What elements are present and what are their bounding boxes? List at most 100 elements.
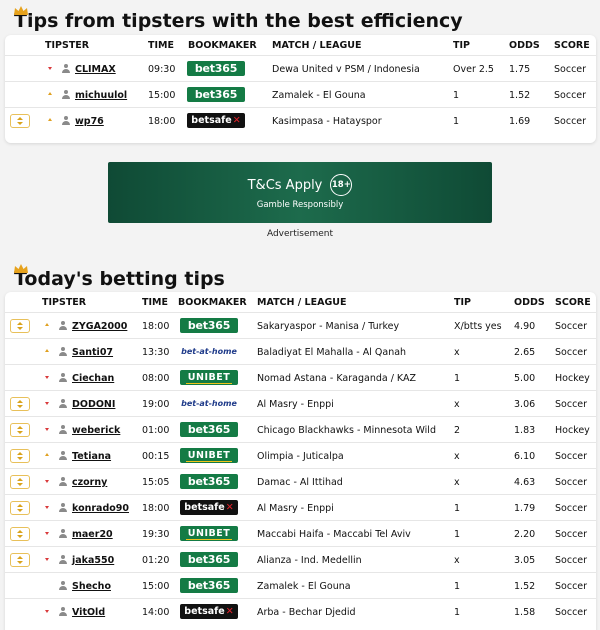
tipster-link[interactable]: Santi07 xyxy=(72,347,113,358)
table-row[interactable]: ZYGA2000 18:00 bet365 Sakaryaspor - Manisa … xyxy=(5,312,596,338)
sport-type: Soccer xyxy=(555,477,588,488)
tipster-link[interactable]: CLIMAX xyxy=(75,64,116,75)
tipster-link[interactable]: ZYGA2000 xyxy=(72,321,127,332)
tip-value: X/btts yes xyxy=(454,321,502,332)
tip-value: 1 xyxy=(454,607,461,618)
advertisement-label: Advertisement xyxy=(266,229,334,239)
tipster-link[interactable]: Ciechan xyxy=(72,373,114,384)
tip-value: 1 xyxy=(453,116,460,127)
tip-value: 1 xyxy=(454,373,461,384)
favorite-toggle-button[interactable] xyxy=(10,527,30,541)
bookmaker-logo-bet-at-home[interactable]: bet-at-home xyxy=(180,344,238,359)
tip-value: x xyxy=(454,399,460,410)
bookmaker-logo-bet365[interactable]: bet365 xyxy=(180,474,238,489)
user-icon xyxy=(62,90,70,99)
favorite-toggle-button[interactable] xyxy=(10,319,30,333)
odds-value: 5.00 xyxy=(514,373,536,384)
sport-type: Hockey xyxy=(555,425,590,436)
table-header: TIPSTER TIME BOOKMAKER MATCH / LEAGUE TIP ODD… xyxy=(5,35,596,55)
sport-type: Soccer xyxy=(555,555,588,566)
match-league: Zamalek - El Gouna xyxy=(257,581,351,592)
odds-value: 1.52 xyxy=(514,581,536,592)
tipster-link[interactable]: czorny xyxy=(72,477,107,488)
user-icon xyxy=(59,581,67,590)
tipster-link[interactable]: maer20 xyxy=(72,529,113,540)
tipster-link[interactable]: wp76 xyxy=(75,116,104,127)
tip-value: x xyxy=(454,451,460,462)
sport-type: Soccer xyxy=(555,321,588,332)
column-header-score: SCORE xyxy=(555,297,591,308)
odds-value: 4.63 xyxy=(514,477,536,488)
favorite-toggle-button[interactable] xyxy=(10,114,30,128)
tipster-link[interactable]: DODONI xyxy=(72,399,115,410)
user-icon xyxy=(59,503,67,512)
table-row[interactable]: weberick 01:00 bet365 Chicago Blackhawks - … xyxy=(5,416,596,442)
odds-value: 1.58 xyxy=(514,607,536,618)
trend-down-icon xyxy=(45,402,49,405)
tipster-link[interactable]: Shecho xyxy=(72,581,111,592)
bookmaker-logo-unibet[interactable]: UNIBET xyxy=(180,448,238,463)
trend-down-icon xyxy=(45,480,49,483)
tipster-link[interactable]: konrado90 xyxy=(72,503,129,514)
advertisement-banner[interactable]: T&Cs Apply 18+ Gamble Responsibly xyxy=(108,162,492,223)
bookmaker-logo-bet365[interactable]: bet365 xyxy=(180,578,238,593)
bookmaker-logo-unibet[interactable]: UNIBET xyxy=(180,526,238,541)
match-league: Al Masry - Enppi xyxy=(257,399,334,410)
todays-tips-table: TIPSTER TIME BOOKMAKER MATCH / LEAGUE TIP ODD… xyxy=(5,292,596,630)
tipster-link[interactable]: VitOld xyxy=(72,607,105,618)
bookmaker-logo-betsafe[interactable]: betsafe ✕ xyxy=(187,113,245,128)
favorite-toggle-button[interactable] xyxy=(10,553,30,567)
table-row[interactable]: maer20 19:30 UNIBET Maccabi Haifa - Maccabi… xyxy=(5,520,596,546)
odds-value: 1.83 xyxy=(514,425,536,436)
bookmaker-logo-bet365[interactable]: bet365 xyxy=(180,318,238,333)
match-league: Kasimpasa - Hatayspor xyxy=(272,116,382,127)
table-row[interactable]: michuulol 15:00 bet365 Zamalek - El Gouna 1 1… xyxy=(5,81,596,107)
user-icon xyxy=(62,64,70,73)
match-time: 13:30 xyxy=(142,347,170,358)
table-row[interactable]: Shecho 15:00 bet365 Zamalek - El Gouna 1 1.52… xyxy=(5,572,596,598)
table-row[interactable]: Tetiana 00:15 UNIBET Olimpia - Juticalpa x 6.… xyxy=(5,442,596,468)
age-restriction-badge: 18+ xyxy=(330,174,353,196)
trend-down-icon xyxy=(45,376,49,379)
bookmaker-logo-bet365[interactable]: bet365 xyxy=(187,61,245,76)
table-row[interactable]: VitOld 14:00 betsafe ✕ Arba - Bechar Djedid 1… xyxy=(5,598,596,624)
favorite-toggle-button[interactable] xyxy=(10,449,30,463)
bookmaker-logo-betsafe[interactable]: betsafe ✕ xyxy=(180,500,238,515)
favorite-toggle-button[interactable] xyxy=(10,475,30,489)
table-row[interactable]: wp76 18:00 betsafe ✕ Kasimpasa - Hatayspor 1 1… xyxy=(5,107,596,133)
table-row[interactable]: czorny 15:05 bet365 Damac - Al Ittihad x 4.63… xyxy=(5,468,596,494)
crown-icon xyxy=(14,264,28,273)
table-row[interactable]: konrado90 18:00 betsafe ✕ Al Masry - Enppi 1 1… xyxy=(5,494,596,520)
table-row[interactable]: jaka550 01:20 bet365 Alianza - Ind. Medelli… xyxy=(5,546,596,572)
user-icon xyxy=(59,425,67,434)
column-header-tip: TIP xyxy=(453,40,470,51)
odds-value: 1.75 xyxy=(509,64,531,75)
trend-up-icon xyxy=(48,92,52,95)
bookmaker-logo-bet365[interactable]: bet365 xyxy=(180,422,238,437)
bookmaker-logo-betsafe[interactable]: betsafe ✕ xyxy=(180,604,238,619)
table-row[interactable]: Santi07 13:30 bet-at-home Baladiyat El Maha… xyxy=(5,338,596,364)
table-row[interactable]: DODONI 19:00 bet-at-home Al Masry - Enppi x 3… xyxy=(5,390,596,416)
tipster-link[interactable]: jaka550 xyxy=(72,555,114,566)
table-row[interactable]: CLIMAX 09:30 bet365 Dewa United v PSM / Ind… xyxy=(5,55,596,81)
tip-value: x xyxy=(454,477,460,488)
favorite-toggle-button[interactable] xyxy=(10,501,30,515)
trend-down-icon xyxy=(45,558,49,561)
bookmaker-logo-bet-at-home[interactable]: bet-at-home xyxy=(180,396,238,411)
tipster-link[interactable]: Tetiana xyxy=(72,451,111,462)
bookmaker-logo-unibet[interactable]: UNIBET xyxy=(180,370,238,385)
column-header-time: TIME xyxy=(142,297,168,308)
bookmaker-logo-bet365[interactable]: bet365 xyxy=(187,87,245,102)
section-title-todays-tips: Today's betting tips xyxy=(14,264,225,290)
table-row[interactable]: Ciechan 08:00 UNIBET Nomad Astana - Karagan… xyxy=(5,364,596,390)
column-header-tip: TIP xyxy=(454,297,471,308)
favorite-toggle-button[interactable] xyxy=(10,397,30,411)
match-league: Olimpia - Juticalpa xyxy=(257,451,344,462)
match-league: Arba - Bechar Djedid xyxy=(257,607,356,618)
tipster-link[interactable]: michuulol xyxy=(75,90,127,101)
tipster-link[interactable]: weberick xyxy=(72,425,120,436)
favorite-toggle-button[interactable] xyxy=(10,423,30,437)
column-header-match: MATCH / LEAGUE xyxy=(257,297,347,308)
bookmaker-logo-bet365[interactable]: bet365 xyxy=(180,552,238,567)
user-icon xyxy=(59,451,67,460)
